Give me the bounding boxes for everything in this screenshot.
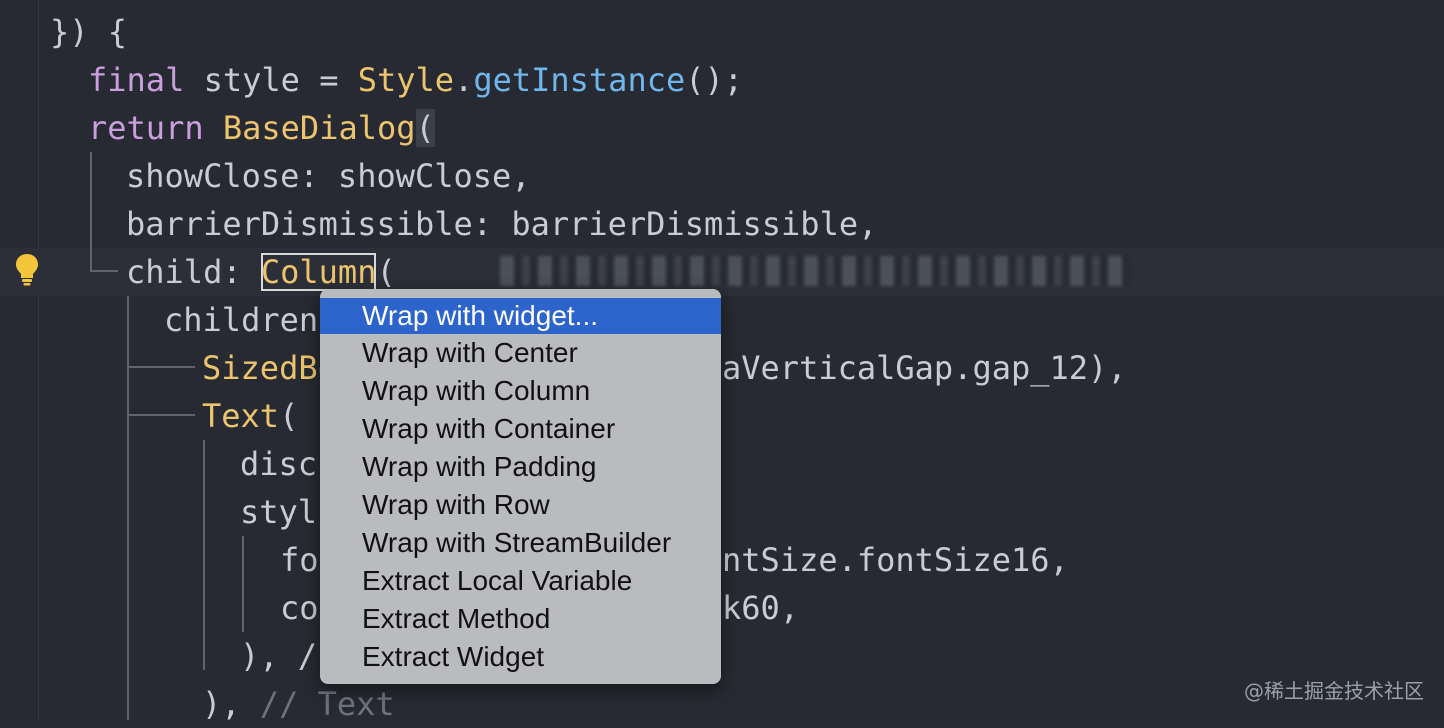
- menu-item-wrap-with-padding[interactable]: Wrap with Padding: [320, 449, 721, 485]
- code-line: co: [280, 589, 319, 627]
- indent-guide: [127, 296, 129, 720]
- code-line: fo: [280, 541, 319, 579]
- indent-guide: [242, 536, 244, 632]
- menu-item-extract-widget[interactable]: Extract Widget: [320, 639, 721, 675]
- menu-item-wrap-with-column[interactable]: Wrap with Column: [320, 373, 721, 409]
- code-line: final style = Style.getInstance();: [88, 61, 744, 99]
- gutter-divider: [38, 0, 39, 720]
- code-line: }) {: [50, 13, 128, 51]
- blurred-hint-text: [500, 256, 1130, 286]
- code-editor[interactable]: }) { final style = Style.getInstance(); …: [0, 0, 1444, 723]
- menu-item-wrap-with-container[interactable]: Wrap with Container: [320, 411, 721, 447]
- menu-item-wrap-with-row[interactable]: Wrap with Row: [320, 487, 721, 523]
- menu-item-wrap-with-center[interactable]: Wrap with Center: [320, 335, 721, 371]
- code-line: ), // Text: [202, 685, 395, 723]
- code-line-fragment: k60,: [722, 589, 800, 627]
- code-line-fragment: aVerticalGap.gap_12),: [722, 349, 1127, 387]
- tree-connector: [127, 414, 195, 416]
- menu-item-extract-method[interactable]: Extract Method: [320, 601, 721, 637]
- code-line: SizedBo: [202, 349, 337, 387]
- selected-word: Column: [260, 253, 377, 291]
- code-line: children: [164, 301, 319, 339]
- watermark: @稀土掘金技术社区: [1244, 679, 1424, 703]
- code-line-fragment: ntSize.fontSize16,: [722, 541, 1069, 579]
- code-line: Text(: [202, 397, 299, 435]
- menu-item-wrap-with-streambuilder[interactable]: Wrap with StreamBuilder: [320, 525, 721, 561]
- code-line: ), /: [240, 637, 318, 675]
- code-line: showClose: showClose,: [126, 157, 531, 195]
- tree-connector: [127, 366, 195, 368]
- indent-guide: [203, 440, 205, 670]
- code-line: styl: [240, 493, 318, 531]
- menu-item-wrap-with-widget[interactable]: Wrap with widget...: [320, 298, 721, 334]
- indent-guide: [90, 152, 92, 270]
- tree-connector: [90, 270, 118, 272]
- menu-item-extract-local-variable[interactable]: Extract Local Variable: [320, 563, 721, 599]
- code-line: disc: [240, 445, 318, 483]
- intention-actions-menu[interactable]: Wrap with widget... Wrap with Center Wra…: [320, 289, 721, 684]
- code-line: return BaseDialog(: [88, 109, 435, 147]
- lightbulb-icon[interactable]: [14, 252, 40, 286]
- code-line: barrierDismissible: barrierDismissible,: [126, 205, 878, 243]
